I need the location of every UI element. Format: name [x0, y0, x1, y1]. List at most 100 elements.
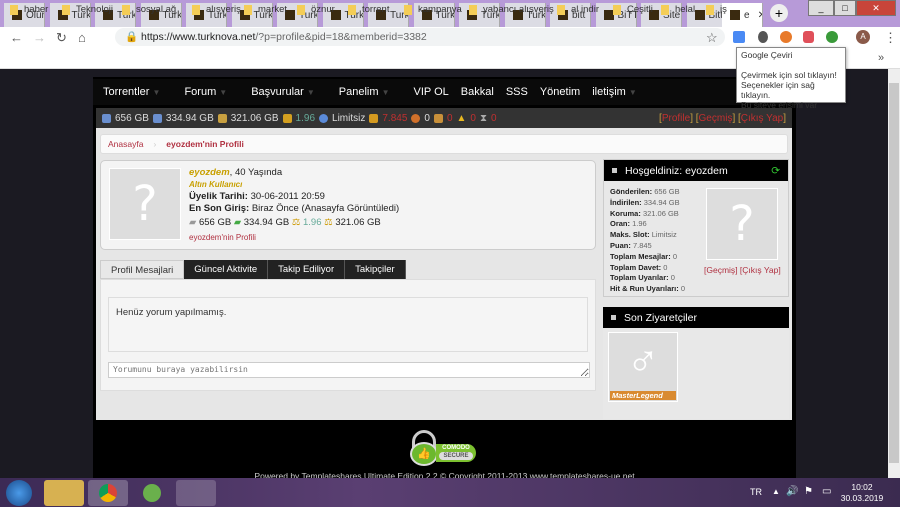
new-tab-button[interactable]: + [770, 4, 788, 22]
tooltip-line: Seçenekler için sağ tıklayın. [741, 80, 815, 100]
profile-card: ? eyozdem, 40 Yaşında Altın Kullanıcı Üy… [100, 160, 596, 250]
language-indicator[interactable]: TR [750, 487, 762, 497]
more-bookmarks-icon[interactable]: » [878, 52, 884, 64]
tray-expand-icon[interactable]: ▲ [772, 487, 780, 496]
bookmark-folder[interactable]: sosyal ağ [122, 4, 176, 15]
favicon [730, 10, 740, 20]
dropdown-icon: ▼ [219, 88, 228, 97]
profile-downloaded: 334.94 GB [243, 217, 290, 228]
explorer-taskbar-icon[interactable] [44, 480, 84, 506]
points: 7.845 [382, 112, 408, 124]
home-icon[interactable]: ⌂ [78, 30, 86, 45]
hourglass-icon: ⧗ [479, 112, 488, 124]
joined-label: Üyelik Tarihi: [189, 191, 248, 202]
empty-message: Henüz yorum yapılmamış. [116, 307, 227, 318]
minimize-button[interactable]: _ [808, 0, 834, 16]
clock[interactable]: 10:02 30.03.2019 [840, 482, 884, 504]
start-button[interactable] [6, 480, 32, 506]
visitor-avatar[interactable]: ♂ MasterLegend [608, 332, 678, 402]
bookmark-folder[interactable]: yabancı alışveriş [469, 4, 554, 15]
bookmark-folder[interactable]: Teknoloji [62, 4, 113, 15]
extension-icon[interactable] [780, 31, 792, 43]
tab-activity[interactable]: Güncel Aktivite [184, 260, 269, 279]
bookmark-folder[interactable]: Çeşitli [613, 4, 653, 15]
profile-buffer: 321.06 GB [335, 217, 381, 228]
profile-ratio: 1.96 [303, 217, 322, 228]
reload-icon[interactable]: ↻ [56, 30, 67, 46]
page-scrollbar[interactable] [888, 69, 900, 478]
translate-tooltip: Google Çeviri Çevirmek için sol tıklayın… [736, 47, 846, 110]
bookmark-star-icon[interactable]: ☆ [706, 30, 718, 46]
bookmark-folder[interactable]: torrent [348, 4, 389, 15]
refresh-icon[interactable]: ⟳ [771, 165, 780, 177]
close-window-button[interactable]: ✕ [856, 0, 896, 16]
profile-link[interactable]: eyozdem'nin Profili [189, 232, 399, 244]
profile-avatar[interactable]: A [856, 30, 870, 44]
nav-item[interactable]: Panelim ▼ [339, 86, 390, 98]
messages-list: Henüz yorum yapılmamış. [108, 297, 588, 352]
back-icon[interactable]: ← [10, 30, 23, 45]
tab-title: e [744, 9, 750, 21]
bookmark-folder[interactable]: al indir [557, 4, 599, 15]
nav-item[interactable]: VIP OL [414, 86, 449, 98]
app-taskbar-icon[interactable] [176, 480, 216, 506]
tab-profile-messages[interactable]: Profil Mesajlari [100, 260, 185, 279]
folder-icon [192, 4, 200, 15]
folder-icon [469, 4, 477, 15]
action-center-icon[interactable]: ⚑ [804, 486, 813, 497]
extension-icon[interactable] [826, 31, 838, 43]
tab-following[interactable]: Takip Ediliyor [268, 260, 346, 279]
profile-link[interactable]: Profile [662, 113, 690, 124]
google-translate-icon[interactable] [733, 31, 745, 43]
comment-input[interactable] [108, 362, 590, 378]
badge-bottom: SECURE [439, 452, 473, 460]
messages-icon[interactable] [411, 113, 421, 123]
nav-label: SSS [505, 86, 528, 98]
folder-icon [613, 4, 621, 15]
nav-item[interactable]: Yönetim [540, 86, 580, 98]
bookmark-folder[interactable]: öznur [297, 4, 335, 15]
username: eyozdem [189, 167, 230, 178]
badge-top: COMODO [442, 445, 470, 451]
history-link[interactable]: Geçmiş [706, 265, 735, 275]
tab-followers[interactable]: Takipçiler [345, 260, 406, 279]
bookmark-folder[interactable]: market [244, 4, 287, 15]
breadcrumb-home[interactable]: Anasayfa [108, 139, 143, 149]
ratio-icon: ⚖ [291, 217, 301, 228]
history-link[interactable]: Geçmiş [699, 113, 733, 124]
forward-icon[interactable]: → [33, 30, 46, 45]
buffer-icon [217, 113, 227, 123]
dropdown-icon: ▼ [152, 88, 161, 97]
maximize-button[interactable]: □ [834, 0, 856, 16]
stat-label: Koruma: [610, 208, 641, 218]
stat-label: Toplam Davet: [610, 262, 662, 272]
nav-item[interactable]: Torrentler ▼ [103, 86, 160, 98]
nav-item[interactable]: Forum ▼ [184, 86, 227, 98]
bookmark-folder[interactable]: haber [10, 4, 48, 15]
age: 40 Yaşında [234, 167, 283, 178]
extension-icon[interactable] [803, 31, 814, 43]
nav-item[interactable]: SSS [506, 86, 528, 98]
extension-icon[interactable] [758, 31, 768, 43]
nav-item[interactable]: Başvurular ▼ [251, 86, 315, 98]
bookmark-folder[interactable]: helal [661, 4, 695, 15]
close-tab-icon[interactable]: ✕ [758, 10, 762, 21]
nav-label: Torrentler [103, 86, 150, 98]
utorrent-taskbar-icon[interactable] [132, 480, 172, 506]
invites-count: 0 [446, 112, 453, 124]
logout-link[interactable]: Çıkış Yap [742, 265, 778, 275]
stat-row: Puan: 7.845 [610, 241, 685, 252]
logout-link[interactable]: Çıkış Yap [741, 113, 783, 124]
network-icon[interactable]: ▭ [822, 486, 831, 497]
chrome-taskbar-button[interactable] [88, 480, 128, 506]
bookmark-folder[interactable]: alışveriş [192, 4, 241, 15]
nav-item[interactable]: iletişim ▼ [592, 86, 637, 98]
menu-icon[interactable]: ⋮ [884, 30, 897, 46]
browser-tab[interactable]: e✕ [722, 3, 763, 27]
ratio-icon [282, 113, 292, 123]
volume-icon[interactable]: 🔊 [786, 486, 798, 497]
bookmark-folder[interactable]: kampanya [404, 4, 462, 15]
nav-item[interactable]: Bakkal [461, 86, 494, 98]
url-input[interactable]: 🔒 https://www.turknova.net/?p=profile&pi… [115, 28, 725, 46]
bookmark-folder[interactable]: iş [706, 4, 727, 15]
